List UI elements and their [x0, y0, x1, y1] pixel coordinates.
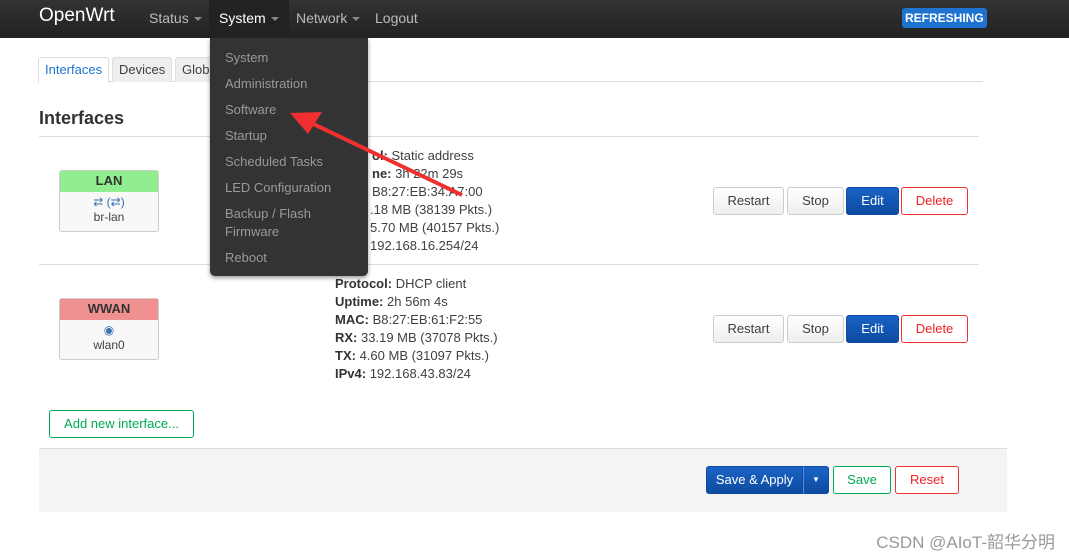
caret-down-icon: [270, 17, 279, 22]
restart-button[interactable]: Restart: [713, 187, 784, 215]
detail-value: 3h 22m 29s: [395, 166, 464, 181]
edit-button[interactable]: Edit: [846, 187, 899, 215]
tab-interfaces[interactable]: Interfaces: [38, 57, 110, 83]
menu-item-startup[interactable]: Startup: [225, 127, 267, 145]
detail-line: 5.70 MB (40157 Pkts.): [370, 220, 500, 235]
divider: [39, 264, 979, 265]
network-devices-icon: ⇄ (⇄): [93, 195, 125, 209]
detail-line: RX: 33.19 MB (37078 Pkts.): [335, 330, 498, 345]
menu-item-backup-flash[interactable]: Backup / Flash: [225, 205, 311, 223]
detail-label: ne:: [372, 166, 392, 181]
tab-devices[interactable]: Devices: [112, 57, 173, 82]
menu-item-firmware[interactable]: Firmware: [225, 223, 279, 241]
nav-system[interactable]: System: [209, 0, 289, 38]
detail-line: Protocol: DHCP client: [335, 276, 467, 291]
interface-badge-wwan: WWAN ◉ wlan0: [59, 298, 159, 360]
edit-button[interactable]: Edit: [846, 315, 899, 343]
menu-item-led-configuration[interactable]: LED Configuration: [225, 179, 331, 197]
menu-item-administration[interactable]: Administration: [225, 75, 307, 93]
detail-line: Uptime: 2h 56m 4s: [335, 294, 448, 309]
nav-label: Status: [149, 10, 189, 26]
page-title: Interfaces: [39, 108, 125, 128]
delete-button[interactable]: Delete: [901, 315, 968, 343]
device-name: wlan0: [93, 338, 125, 352]
stop-button[interactable]: Stop: [787, 315, 844, 343]
nav-label: System: [219, 10, 266, 26]
stop-button[interactable]: Stop: [787, 187, 844, 215]
brand-logo[interactable]: OpenWrt: [39, 5, 115, 27]
detail-line: TX: 4.60 MB (31097 Pkts.): [335, 348, 489, 363]
caret-down-icon: [352, 17, 361, 22]
detail-line: ol: Static address: [372, 147, 474, 165]
tab-global[interactable]: Glob: [175, 57, 215, 82]
menu-item-reboot[interactable]: Reboot: [225, 249, 267, 267]
menu-item-software[interactable]: Software: [225, 101, 276, 119]
nav-network[interactable]: Network: [286, 0, 370, 38]
add-interface-button[interactable]: Add new interface...: [49, 410, 194, 438]
interface-badge-lan: LAN ⇄ (⇄) br-lan: [59, 170, 159, 232]
menu-item-system[interactable]: System: [225, 49, 268, 67]
detail-label: ol:: [372, 148, 388, 163]
delete-button[interactable]: Delete: [901, 187, 968, 215]
refreshing-badge[interactable]: REFRESHING: [902, 8, 987, 28]
watermark: CSDN @AIoT-韶华分明: [876, 533, 1055, 552]
interface-details-wwan: Protocol: DHCP client Uptime: 2h 56m 4s …: [335, 275, 498, 383]
detail-line: ne: 3h 22m 29s: [372, 165, 463, 183]
nav-status[interactable]: Status: [139, 0, 212, 38]
interface-name: LAN: [60, 171, 158, 192]
detail-line: .18 MB (38139 Pkts.): [370, 202, 493, 217]
system-dropdown-menu: System Administration Software Startup S…: [210, 38, 368, 276]
detail-line: B8:27:EB:34:A7:00: [372, 184, 483, 199]
menu-item-scheduled-tasks[interactable]: Scheduled Tasks: [225, 153, 323, 171]
device-name: br-lan: [93, 210, 125, 224]
restart-button[interactable]: Restart: [713, 315, 784, 343]
nav-logout[interactable]: Logout: [365, 0, 428, 38]
reset-button[interactable]: Reset: [895, 466, 959, 494]
interface-name: WWAN: [60, 299, 158, 320]
detail-line: 192.168.16.254/24: [370, 238, 479, 253]
detail-value: Static address: [391, 148, 474, 163]
caret-down-icon: [193, 17, 202, 22]
divider: [39, 136, 979, 137]
wifi-icon: ◉: [103, 323, 115, 337]
nav-label: Network: [296, 10, 348, 26]
detail-line: MAC: B8:27:EB:61:F2:55: [335, 312, 483, 327]
detail-line: IPv4: 192.168.43.83/24: [335, 366, 471, 381]
save-apply-dropdown-caret[interactable]: ▼: [803, 466, 829, 494]
save-button[interactable]: Save: [833, 466, 891, 494]
save-apply-button[interactable]: Save & Apply: [706, 466, 803, 494]
